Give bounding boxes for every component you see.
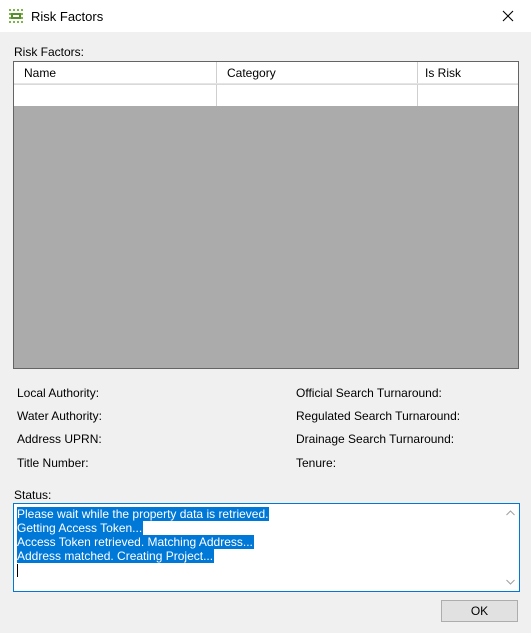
- close-button[interactable]: [485, 0, 531, 32]
- cell-category[interactable]: [217, 84, 418, 106]
- column-header-category[interactable]: Category: [217, 62, 418, 83]
- regulated-search-turnaround-label: Regulated Search Turnaround:: [296, 409, 461, 423]
- water-authority-label: Water Authority:: [17, 409, 102, 423]
- column-header-name[interactable]: Name: [14, 62, 217, 83]
- scroll-up-icon[interactable]: [506, 510, 515, 516]
- official-search-turnaround-label: Official Search Turnaround:: [296, 386, 442, 400]
- cell-name[interactable]: [14, 84, 217, 106]
- cell-is-risk[interactable]: [418, 84, 518, 106]
- status-line: Please wait while the property data is r…: [17, 507, 270, 521]
- scroll-down-icon[interactable]: [506, 579, 515, 585]
- title-bar: Risk Factors: [0, 0, 531, 32]
- tenure-label: Tenure:: [296, 456, 337, 470]
- ok-button[interactable]: OK: [441, 600, 518, 622]
- status-line: Access Token retrieved. Matching Address…: [17, 535, 254, 549]
- status-line: Getting Access Token...: [17, 521, 144, 535]
- table-row[interactable]: [14, 84, 518, 106]
- status-scrollbar[interactable]: [502, 504, 519, 591]
- status-label: Status:: [14, 488, 52, 502]
- status-line: Address matched. Creating Project...: [17, 549, 215, 563]
- close-icon: [502, 10, 514, 22]
- title-number-label: Title Number:: [17, 456, 89, 470]
- local-authority-label: Local Authority:: [17, 386, 100, 400]
- risk-factors-grid[interactable]: Name Category Is Risk: [13, 61, 519, 369]
- column-header-is-risk[interactable]: Is Risk: [418, 62, 518, 83]
- grid-header: Name Category Is Risk: [14, 62, 518, 84]
- window-title: Risk Factors: [31, 9, 104, 24]
- address-uprn-label: Address UPRN:: [17, 432, 102, 446]
- text-caret: [17, 564, 18, 577]
- app-icon: [8, 8, 24, 24]
- ok-button-label: OK: [470, 604, 489, 618]
- drainage-search-turnaround-label: Drainage Search Turnaround:: [296, 432, 455, 446]
- status-textbox[interactable]: Please wait while the property data is r…: [13, 503, 520, 592]
- risk-factors-label: Risk Factors:: [14, 45, 85, 59]
